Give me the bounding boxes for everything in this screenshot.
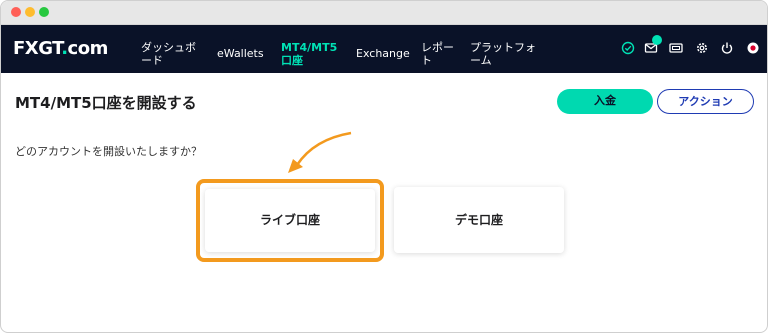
nav-report[interactable]: レポー ト	[421, 41, 454, 67]
action-button[interactable]: アクション	[657, 89, 754, 114]
nav-exchange[interactable]: Exchange	[356, 47, 410, 60]
deposit-button[interactable]: 入金	[557, 89, 653, 114]
nav-ewallets[interactable]: eWallets	[217, 47, 264, 60]
maximize-window-button[interactable]	[39, 7, 49, 17]
window-titlebar	[1, 1, 767, 25]
close-window-button[interactable]	[11, 7, 21, 17]
nav-dashboard[interactable]: ダッシュボ ード	[141, 41, 196, 67]
account-type-question: どのアカウントを開設いたしますか？	[15, 145, 202, 158]
gear-icon[interactable]	[695, 41, 709, 55]
nav-platform[interactable]: プラットフォ ーム	[470, 41, 536, 67]
page-title: MT4/MT5口座を開設する	[15, 94, 197, 112]
mail-badge	[652, 35, 662, 45]
fxgt-logo[interactable]: FXGT.com	[13, 37, 108, 61]
flag-icon[interactable]	[746, 41, 760, 55]
power-icon[interactable]	[720, 41, 734, 55]
browser-window: FXGT.com ダッシュボ ード eWallets MT4/MT5 口座 Ex…	[0, 0, 768, 333]
ticket-icon[interactable]	[669, 41, 683, 55]
live-account-card[interactable]: ライブ口座	[205, 189, 375, 252]
demo-account-card[interactable]: デモ口座	[394, 187, 564, 253]
minimize-window-button[interactable]	[25, 7, 35, 17]
pointer-arrow-icon	[288, 131, 352, 173]
nav-mt4-mt5-account[interactable]: MT4/MT5 口座	[281, 41, 337, 67]
verified-check-icon[interactable]	[621, 41, 635, 55]
